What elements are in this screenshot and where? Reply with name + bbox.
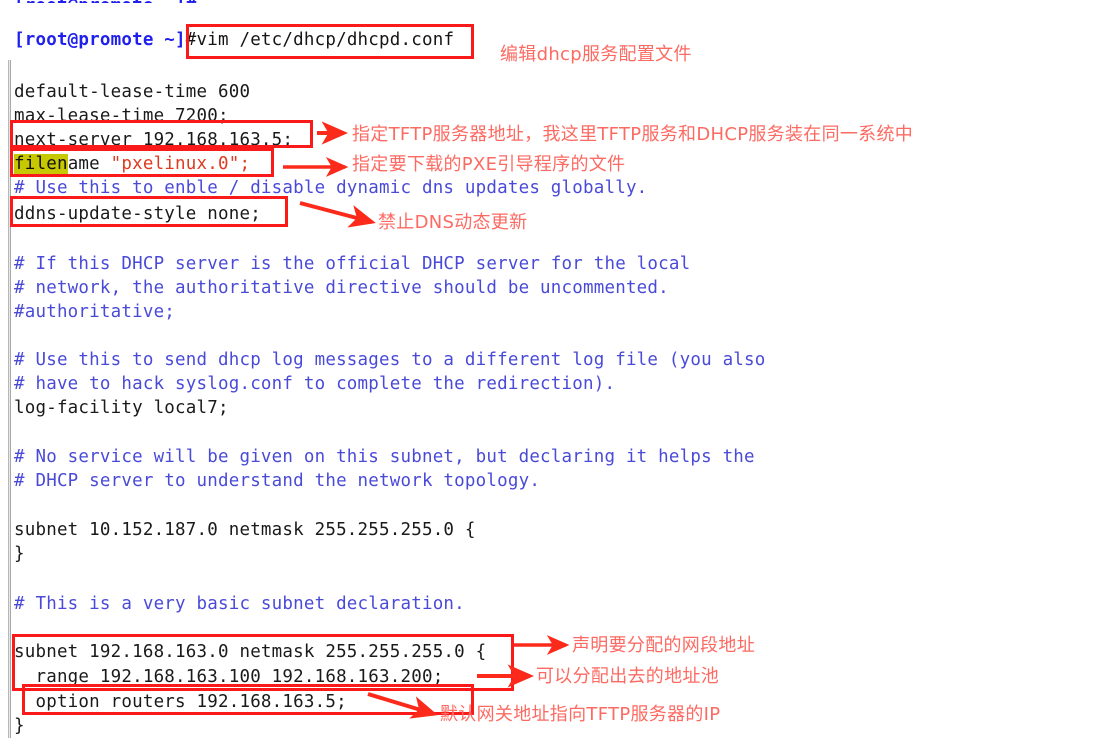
config-line-default-lease-time: default-lease-time 600 xyxy=(14,80,250,104)
comment-line-log-2: # have to hack syslog.conf to complete t… xyxy=(14,372,615,396)
line-text: log-facility local7; xyxy=(14,398,229,418)
shell-prompt: [root@promote ~] xyxy=(14,30,186,50)
line-text: # network, the authoritative directive s… xyxy=(14,278,669,298)
line-text: default-lease-time 600 xyxy=(14,82,251,102)
comment-line-no-service-1: # No service will be given on this subne… xyxy=(14,445,755,469)
line-text: # DHCP server to understand the network … xyxy=(14,471,541,491)
note-next-server: 指定TFTP服务器地址，我这里TFTP服务和DHCP服务装在同一系统中 xyxy=(352,124,914,145)
comment-line-log-1: # Use this to send dhcp log messages to … xyxy=(14,348,766,372)
line-text: # This is a very basic subnet declaratio… xyxy=(14,594,465,614)
config-line-subnet-192-close: } xyxy=(14,714,25,738)
line-text: # have to hack syslog.conf to complete t… xyxy=(14,374,616,394)
comment-line-official-2: # network, the authoritative directive s… xyxy=(14,276,669,300)
terminal-partial-top-line: [root@promote ~]# xyxy=(14,0,197,3)
config-line-subnet-10-close: } xyxy=(14,542,25,566)
line-text: } xyxy=(14,716,25,736)
config-line-subnet-10: subnet 10.152.187.0 netmask 255.255.255.… xyxy=(14,518,476,542)
comment-line-no-service-2: # DHCP server to understand the network … xyxy=(14,469,540,493)
note-subnet: 声明要分配的网段地址 xyxy=(572,635,755,656)
note-option-routers: 默认网关地址指向TFTP服务器的IP xyxy=(440,704,721,725)
annotation-box-next-server xyxy=(10,120,313,148)
note-filename: 指定要下载的PXE引导程序的文件 xyxy=(352,154,626,175)
line-text: # No service will be given on this subne… xyxy=(14,447,755,467)
comment-line-official-1: # If this DHCP server is the official DH… xyxy=(14,252,690,276)
line-text: } xyxy=(14,544,25,564)
annotation-box-ddns xyxy=(10,196,288,227)
line-text: # Use this to send dhcp log messages to … xyxy=(14,350,766,370)
line-text: subnet 10.152.187.0 netmask 255.255.255.… xyxy=(14,520,476,540)
annotation-box-command xyxy=(186,24,474,59)
comment-line-basic-subnet: # This is a very basic subnet declaratio… xyxy=(14,592,465,616)
annotation-box-option-routers xyxy=(22,684,474,715)
annotation-box-filename xyxy=(10,148,274,177)
annotation-box-subnet-range xyxy=(12,634,514,691)
note-ddns: 禁止DNS动态更新 xyxy=(378,212,528,233)
note-edit-dhcp-config: 编辑dhcp服务配置文件 xyxy=(500,44,692,65)
comment-line-authoritative: #authoritative; xyxy=(14,300,175,324)
line-text: #authoritative; xyxy=(14,302,176,322)
screenshot-root: [root@promote ~]# [root@promote ~]#vim /… xyxy=(0,0,1094,745)
config-line-log-facility: log-facility local7; xyxy=(14,396,229,420)
line-text: # Use this to enble / disable dynamic dn… xyxy=(14,178,648,198)
line-text: # If this DHCP server is the official DH… xyxy=(14,254,691,274)
partial-prompt-text: [root@promote ~]# xyxy=(14,0,197,3)
note-range: 可以分配出去的地址池 xyxy=(536,666,719,687)
